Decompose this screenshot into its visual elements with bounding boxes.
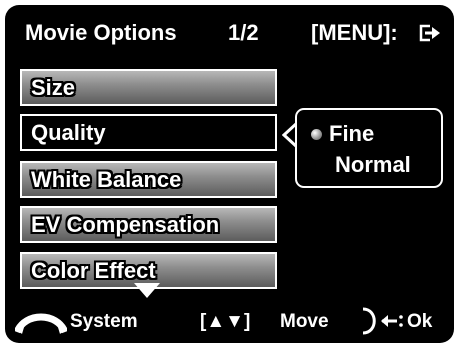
camera-screen: Movie Options 1/2 [MENU]: Size Quality W…	[5, 5, 454, 343]
menu-item-quality[interactable]: Quality	[20, 114, 277, 151]
menu-item-label: White Balance	[31, 167, 182, 192]
quality-submenu: Fine Normal	[295, 108, 443, 188]
move-keys-icon: [▲▼]	[200, 311, 251, 332]
menu-item-ev-compensation[interactable]: EV Compensation	[20, 206, 277, 243]
menu-item-size[interactable]: Size	[20, 69, 277, 106]
menu-exit-hint: [MENU]:	[311, 20, 398, 45]
selected-bullet-icon	[311, 129, 322, 140]
page-title: Movie Options	[25, 20, 177, 45]
menu-item-label: EV Compensation	[31, 212, 220, 237]
system-label: System	[70, 311, 138, 332]
ok-label: Ok	[407, 311, 433, 332]
header-bar: Movie Options 1/2 [MENU]:	[5, 5, 454, 57]
menu-item-label: Color Effect	[31, 258, 156, 283]
move-label: Move	[280, 311, 329, 332]
option-normal[interactable]: Normal	[335, 152, 411, 178]
menu-item-label: Quality	[31, 120, 106, 145]
menu-item-white-balance[interactable]: White Balance	[20, 161, 277, 198]
option-fine[interactable]: Fine	[329, 121, 374, 147]
footer-hints: System [▲▼] Move Ok	[5, 283, 454, 343]
menu-item-label: Size	[31, 75, 76, 100]
page-indicator: 1/2	[228, 20, 259, 45]
exit-arrow-icon[interactable]	[419, 24, 441, 42]
ok-control-icon	[362, 307, 403, 335]
system-mode-dial-icon	[15, 313, 67, 334]
more-items-down-arrow-icon	[134, 283, 160, 298]
